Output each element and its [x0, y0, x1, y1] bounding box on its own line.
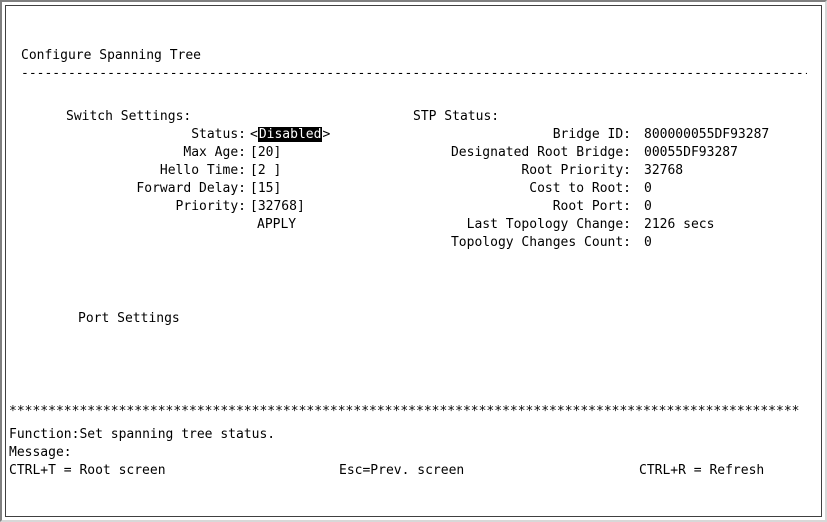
message-label: Message:: [9, 445, 72, 460]
cost-to-root-value: 0: [644, 181, 652, 196]
forward-delay-field[interactable]: [15]: [250, 181, 281, 197]
designated-root-label: Designated Root Bridge:: [450, 145, 631, 160]
apply-button[interactable]: APPLY: [257, 217, 296, 233]
hello-time-field[interactable]: [2 ]: [250, 163, 281, 179]
function-line: Function:Set spanning tree status.: [9, 427, 275, 443]
chevron-right-icon: >: [322, 127, 331, 142]
footer-divider: ****************************************…: [9, 404, 800, 419]
bridge-id-value: 800000055DF93287: [644, 127, 770, 142]
priority-field[interactable]: [32768]: [250, 199, 305, 215]
chevron-left-icon: <: [250, 127, 258, 142]
bridge-id-label: Bridge ID:: [552, 127, 631, 142]
max-age-label: Max Age:: [183, 145, 246, 160]
page-title: Configure Spanning Tree: [21, 48, 202, 63]
refresh-shortcut[interactable]: CTRL+R = Refresh: [639, 463, 764, 479]
stp-status-header: STP Status:: [413, 109, 500, 124]
cost-to-root-label: Cost to Root:: [529, 181, 631, 196]
port-settings-link[interactable]: Port Settings: [78, 311, 180, 327]
topology-changes-count-value: 0: [644, 235, 652, 250]
switch-settings-header: Switch Settings:: [66, 109, 192, 124]
function-text: Set spanning tree status.: [79, 427, 276, 442]
root-priority-label: Root Priority:: [521, 163, 631, 178]
root-port-label: Root Port:: [552, 199, 631, 214]
console-window: Configure Spanning Tree ----------------…: [0, 0, 827, 522]
root-priority-value: 32768: [644, 163, 684, 178]
status-value: Disabled: [257, 127, 323, 142]
status-label: Status:: [191, 127, 246, 142]
last-topology-change-value: 2126 secs: [644, 217, 715, 232]
title-divider: ----------------------------------------…: [21, 66, 807, 81]
hello-time-label: Hello Time:: [159, 163, 246, 178]
prev-screen-shortcut[interactable]: Esc=Prev. screen: [339, 463, 464, 479]
priority-label: Priority:: [175, 199, 246, 214]
root-port-value: 0: [644, 199, 652, 214]
root-screen-shortcut[interactable]: CTRL+T = Root screen: [9, 463, 166, 479]
console-screen: Configure Spanning Tree ----------------…: [5, 5, 822, 517]
function-label: Function:: [9, 427, 80, 442]
forward-delay-label: Forward Delay:: [136, 181, 246, 196]
status-select[interactable]: <Disabled>: [250, 127, 330, 143]
designated-root-value: 00055DF93287: [644, 145, 738, 160]
last-topology-change-label: Last Topology Change:: [466, 217, 631, 232]
topology-changes-count-label: Topology Changes Count:: [450, 235, 631, 250]
message-line: Message:: [9, 445, 72, 461]
max-age-field[interactable]: [20]: [250, 145, 281, 161]
